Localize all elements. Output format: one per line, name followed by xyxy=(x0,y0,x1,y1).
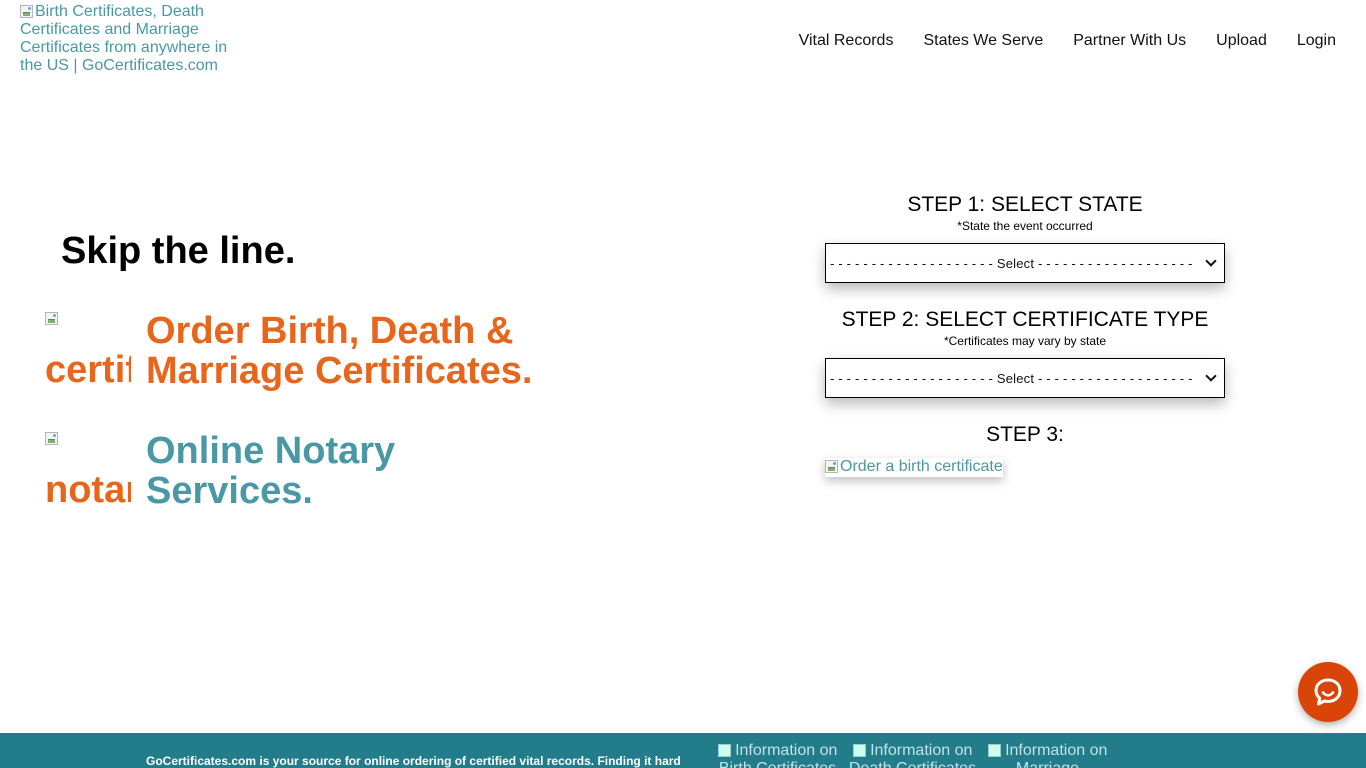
broken-image-icon xyxy=(20,5,33,18)
broken-image-icon xyxy=(825,460,838,473)
feature2-line1: Online Notary xyxy=(146,430,396,472)
feature-online-notary: Online Notary Services. xyxy=(146,431,446,511)
state-select[interactable]: - - - - - - - - - - - - - - - - - - - - … xyxy=(825,243,1225,283)
chat-bubble-icon xyxy=(1314,678,1342,706)
chevron-down-icon xyxy=(1205,255,1217,267)
feature2-icon-alt: notary online xyxy=(45,469,131,514)
footer-link-birth[interactable]: Information on Birth Certificates xyxy=(710,742,845,768)
feature2-line2: Services. xyxy=(146,470,313,512)
footer-link-marriage[interactable]: Information on Marriage Certificates xyxy=(980,742,1115,768)
main-nav: Vital Records States We Serve Partner Wi… xyxy=(769,31,1336,51)
nav-partner-with-us[interactable]: Partner With Us xyxy=(1073,31,1186,51)
live-chat-button[interactable] xyxy=(1298,662,1358,722)
footer-link-death-text: Information on Death Certificates xyxy=(849,742,976,768)
broken-image-icon xyxy=(45,432,58,445)
hero-title: Skip the line. xyxy=(61,230,296,272)
state-select-value: - - - - - - - - - - - - - - - - - - - - … xyxy=(830,256,1193,271)
feature1-line1: Order Birth, Death & xyxy=(146,310,514,352)
step2-subtitle: *Certificates may vary by state xyxy=(943,334,1107,348)
footer: GoCertificates.com is your source for on… xyxy=(0,733,1366,768)
step3-title: STEP 3: xyxy=(986,423,1064,446)
nav-vital-records[interactable]: Vital Records xyxy=(799,31,894,51)
step2-title: STEP 2: SELECT CERTIFICATE TYPE xyxy=(841,308,1209,331)
order-button-alt: Order a birth certificate xyxy=(840,458,1003,475)
step1-subtitle: *State the event occurred xyxy=(957,219,1093,233)
certificate-type-select[interactable]: - - - - - - - - - - - - - - - - - - - - … xyxy=(825,358,1225,398)
broken-image-icon xyxy=(987,744,1001,757)
certificate-type-select-value: - - - - - - - - - - - - - - - - - - - - … xyxy=(830,371,1193,386)
footer-description: GoCertificates.com is your source for on… xyxy=(146,754,681,768)
footer-link-marriage-text: Information on Marriage Certificates xyxy=(1005,742,1108,768)
feature-order-certificates: Order Birth, Death & Marriage Certificat… xyxy=(146,311,576,391)
chevron-down-icon xyxy=(1205,370,1217,382)
feature1-line2: Marriage Certificates. xyxy=(146,350,533,392)
order-birth-certificate-button[interactable]: Order a birth certificate xyxy=(825,458,1003,477)
broken-image-icon xyxy=(717,744,731,757)
feature1-icon-alt: certificate copies xyxy=(45,349,131,394)
logo-alt-text: Birth Certificates, Death Certificates a… xyxy=(20,3,228,74)
footer-link-birth-text: Information on Birth Certificates xyxy=(719,742,838,768)
nav-upload[interactable]: Upload xyxy=(1216,31,1267,51)
notary-online-icon: notary online xyxy=(45,430,131,514)
broken-image-icon xyxy=(852,744,866,757)
nav-login[interactable]: Login xyxy=(1297,31,1336,51)
footer-link-death[interactable]: Information on Death Certificates xyxy=(845,742,980,768)
nav-states-we-serve[interactable]: States We Serve xyxy=(923,31,1043,51)
site-logo[interactable]: Birth Certificates, Death Certificates a… xyxy=(20,3,235,77)
broken-image-icon xyxy=(45,312,58,325)
step1-title: STEP 1: SELECT STATE xyxy=(907,193,1143,216)
certificate-copies-icon: certificate copies xyxy=(45,310,131,394)
